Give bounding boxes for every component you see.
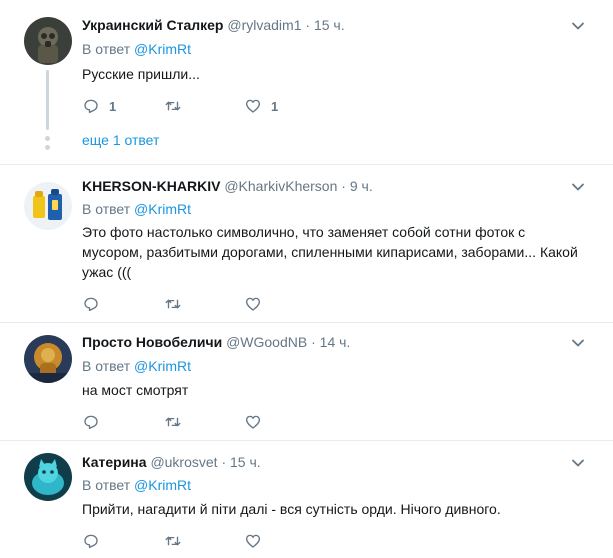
tweet-text: Прийти, нагадити й піти далі - вся сутні… <box>82 501 501 517</box>
retweet-button[interactable] <box>164 531 191 551</box>
tweet-2[interactable]: KHERSON-KHARKIV @KharkivKherson · 9 ч. В… <box>0 165 613 323</box>
reply-to-line: В ответ @KrimRt <box>82 40 191 58</box>
heart-icon <box>245 297 261 311</box>
chevron-down-icon[interactable] <box>571 456 585 470</box>
avatar[interactable] <box>24 182 72 230</box>
reply-to-label: В ответ <box>82 477 131 493</box>
user-name[interactable]: KHERSON-KHARKIV <box>82 178 220 194</box>
tweet-header: Просто Новобеличи @WGoodNB · 14 ч. <box>82 333 350 351</box>
tweet-text: на мост смотрят <box>82 382 189 398</box>
user-handle[interactable]: @WGoodNB <box>226 334 307 350</box>
user-name[interactable]: Катерина <box>82 454 147 470</box>
retweet-icon <box>165 417 181 427</box>
chevron-down-icon[interactable] <box>571 336 585 350</box>
reply-button[interactable] <box>82 412 109 432</box>
tweet-header: Катерина @ukrosvet · 15 ч. <box>82 453 261 471</box>
reply-to-label: В ответ <box>82 41 131 57</box>
chevron-down-icon[interactable] <box>571 180 585 194</box>
user-handle[interactable]: @ukrosvet <box>150 454 217 470</box>
reply-button[interactable]: 1 <box>82 96 116 116</box>
reply-to-mention[interactable]: @KrimRt <box>134 358 191 374</box>
reply-button[interactable] <box>82 531 109 551</box>
reply-to-line: В ответ @KrimRt <box>82 357 191 375</box>
reply-count: 1 <box>109 98 117 114</box>
reply-to-line: В ответ @KrimRt <box>82 200 191 218</box>
tweet-actions <box>82 531 382 551</box>
separator-dot: · <box>311 334 316 350</box>
tweet-header: Украинский Сталкер @rylvadim1 · 15 ч. <box>82 16 345 34</box>
tweet-actions <box>82 412 382 432</box>
like-count: 1 <box>271 98 279 114</box>
timestamp[interactable]: 14 ч. <box>320 334 351 350</box>
timestamp[interactable]: 15 ч. <box>314 17 345 33</box>
thread-dot <box>45 145 50 150</box>
heart-icon <box>245 415 261 429</box>
reply-to-label: В ответ <box>82 201 131 217</box>
tweet-actions <box>82 294 382 314</box>
separator-dot: · <box>341 178 346 194</box>
tweet-1[interactable]: Украинский Сталкер @rylvadim1 · 15 ч. В … <box>0 0 613 165</box>
avatar[interactable] <box>24 453 72 501</box>
user-handle[interactable]: @rylvadim1 <box>227 17 301 33</box>
avatar[interactable] <box>24 335 72 383</box>
like-button[interactable] <box>244 412 271 432</box>
separator-dot: · <box>305 17 311 33</box>
reply-button[interactable] <box>82 294 109 314</box>
like-button[interactable] <box>244 531 271 551</box>
show-more-replies-link[interactable]: еще 1 ответ <box>82 131 159 149</box>
user-name[interactable]: Украинский Сталкер <box>82 17 223 33</box>
tweet-text: Русские пришли... <box>82 66 200 82</box>
separator-dot: · <box>221 454 227 470</box>
retweet-button[interactable] <box>164 412 191 432</box>
chevron-down-icon[interactable] <box>571 19 585 33</box>
heart-icon <box>245 534 261 548</box>
retweet-icon <box>165 299 181 309</box>
reply-to-label: В ответ <box>82 358 131 374</box>
thread-line <box>46 70 49 130</box>
tweet-3[interactable]: Просто Новобеличи @WGoodNB · 14 ч. В отв… <box>0 323 613 441</box>
retweet-button[interactable] <box>164 96 191 116</box>
reply-to-line: В ответ @KrimRt <box>82 476 191 494</box>
user-name[interactable]: Просто Новобеличи <box>82 334 222 350</box>
reply-icon <box>84 534 98 549</box>
retweet-button[interactable] <box>164 294 191 314</box>
user-handle[interactable]: @KharkivKherson <box>224 178 337 194</box>
reply-to-mention[interactable]: @KrimRt <box>134 201 191 217</box>
avatar[interactable] <box>24 17 72 65</box>
reply-to-mention[interactable]: @KrimRt <box>134 41 191 57</box>
reply-icon <box>84 297 98 312</box>
retweet-icon <box>165 101 181 111</box>
like-button[interactable] <box>244 294 271 314</box>
heart-icon <box>245 99 261 113</box>
thread-dot <box>45 136 50 141</box>
reply-to-mention[interactable]: @KrimRt <box>134 477 191 493</box>
tweet-header: KHERSON-KHARKIV @KharkivKherson · 9 ч. <box>82 177 373 195</box>
tweet-4[interactable]: Катерина @ukrosvet · 15 ч. В ответ @Krim… <box>0 441 613 558</box>
reply-icon <box>84 415 98 430</box>
tweet-text: Это фото настолько символично, что замен… <box>82 224 578 280</box>
tweet-actions: 1 1 <box>82 96 382 116</box>
retweet-icon <box>165 536 181 546</box>
like-button[interactable]: 1 <box>244 96 278 116</box>
reply-icon <box>84 99 98 114</box>
timestamp[interactable]: 15 ч. <box>230 454 261 470</box>
timestamp[interactable]: 9 ч. <box>350 178 373 194</box>
